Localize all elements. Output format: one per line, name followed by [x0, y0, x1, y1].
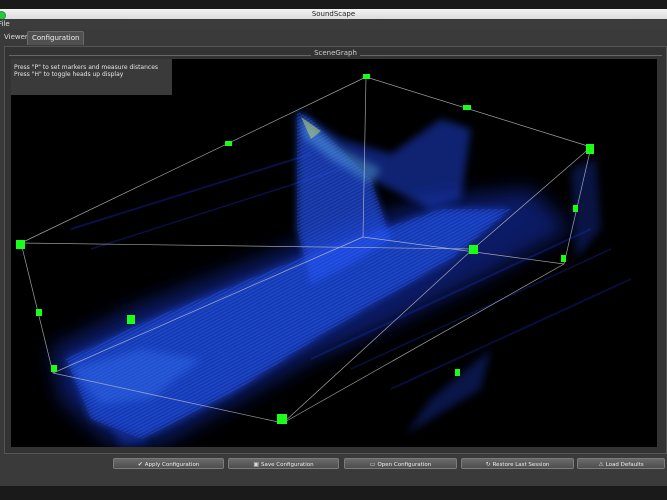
marker-left-mid: [36, 309, 42, 316]
marker-right-side: [573, 205, 578, 212]
marker-top-right-mid: [463, 105, 471, 110]
hud-line-toggle: Press "H" to toggle heads up display: [14, 71, 124, 78]
marker-bottom-left: [51, 365, 57, 372]
warning-icon: ⚠: [598, 461, 604, 468]
marker-right-lower: [561, 255, 566, 262]
folder-open-icon: ▭: [369, 461, 376, 468]
refresh-icon: ↻: [485, 461, 491, 468]
heads-up-display: Press "P" to set markers and measure dis…: [11, 59, 172, 95]
apply-configuration-button[interactable]: ✔ Apply Configuration: [113, 458, 224, 469]
window-title: SoundScape: [311, 10, 356, 18]
checkmark-icon: ✔: [137, 461, 143, 468]
marker-front-mid: [127, 315, 135, 324]
marker-top-left-mid: [225, 141, 232, 146]
sonar-3d-render[interactable]: [11, 59, 657, 447]
tab-viewer[interactable]: Viewer: [4, 31, 28, 44]
open-configuration-button[interactable]: ▭ Open Configuration: [344, 458, 457, 469]
marker-bottom-front: [277, 414, 287, 424]
marker-left-corner: [16, 240, 25, 249]
marker-front-right: [469, 245, 478, 254]
bottom-strip: [0, 486, 667, 500]
hud-line-markers: Press "P" to set markers and measure dis…: [14, 64, 159, 71]
tab-bar: Viewer Configuration: [0, 31, 667, 45]
group-title: SceneGraph: [311, 49, 360, 57]
load-defaults-button[interactable]: ⚠ Load Defaults: [577, 458, 665, 469]
menu-file[interactable]: File: [0, 19, 10, 29]
top-strip: [0, 0, 667, 9]
restore-last-session-button[interactable]: ↻ Restore Last Session: [461, 458, 574, 469]
floppy-disk-icon: ▣: [253, 461, 260, 468]
scene-viewport[interactable]: Press "P" to set markers and measure dis…: [11, 59, 657, 447]
menu-bar: File: [0, 19, 667, 29]
window-titlebar[interactable]: SoundScape: [0, 9, 667, 20]
configuration-button-bar: ✔ Apply Configuration ▣ Save Configuration…: [0, 455, 667, 473]
save-configuration-button[interactable]: ▣ Save Configuration: [228, 458, 339, 469]
marker-top-right: [586, 144, 594, 154]
marker-top-back: [363, 74, 370, 79]
marker-bottom-right-mid: [455, 369, 460, 376]
tab-configuration[interactable]: Configuration: [27, 31, 85, 45]
